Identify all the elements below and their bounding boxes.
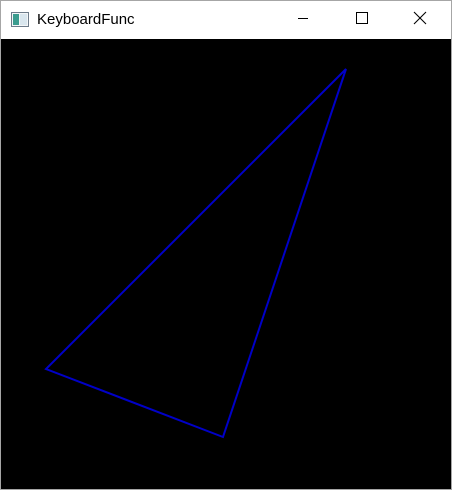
minimize-icon [297,11,309,29]
app-window: KeyboardFunc [0,0,452,490]
maximize-icon [356,11,368,29]
close-icon [413,11,427,30]
render-canvas[interactable] [1,39,451,489]
maximize-button[interactable] [339,1,385,39]
app-window-icon [11,12,29,27]
canvas-drawing [44,68,347,439]
window-title: KeyboardFunc [37,11,135,28]
triangle-outline [44,68,347,439]
close-button[interactable] [397,1,443,39]
title-bar[interactable]: KeyboardFunc [1,1,451,39]
minimize-button[interactable] [280,1,326,39]
